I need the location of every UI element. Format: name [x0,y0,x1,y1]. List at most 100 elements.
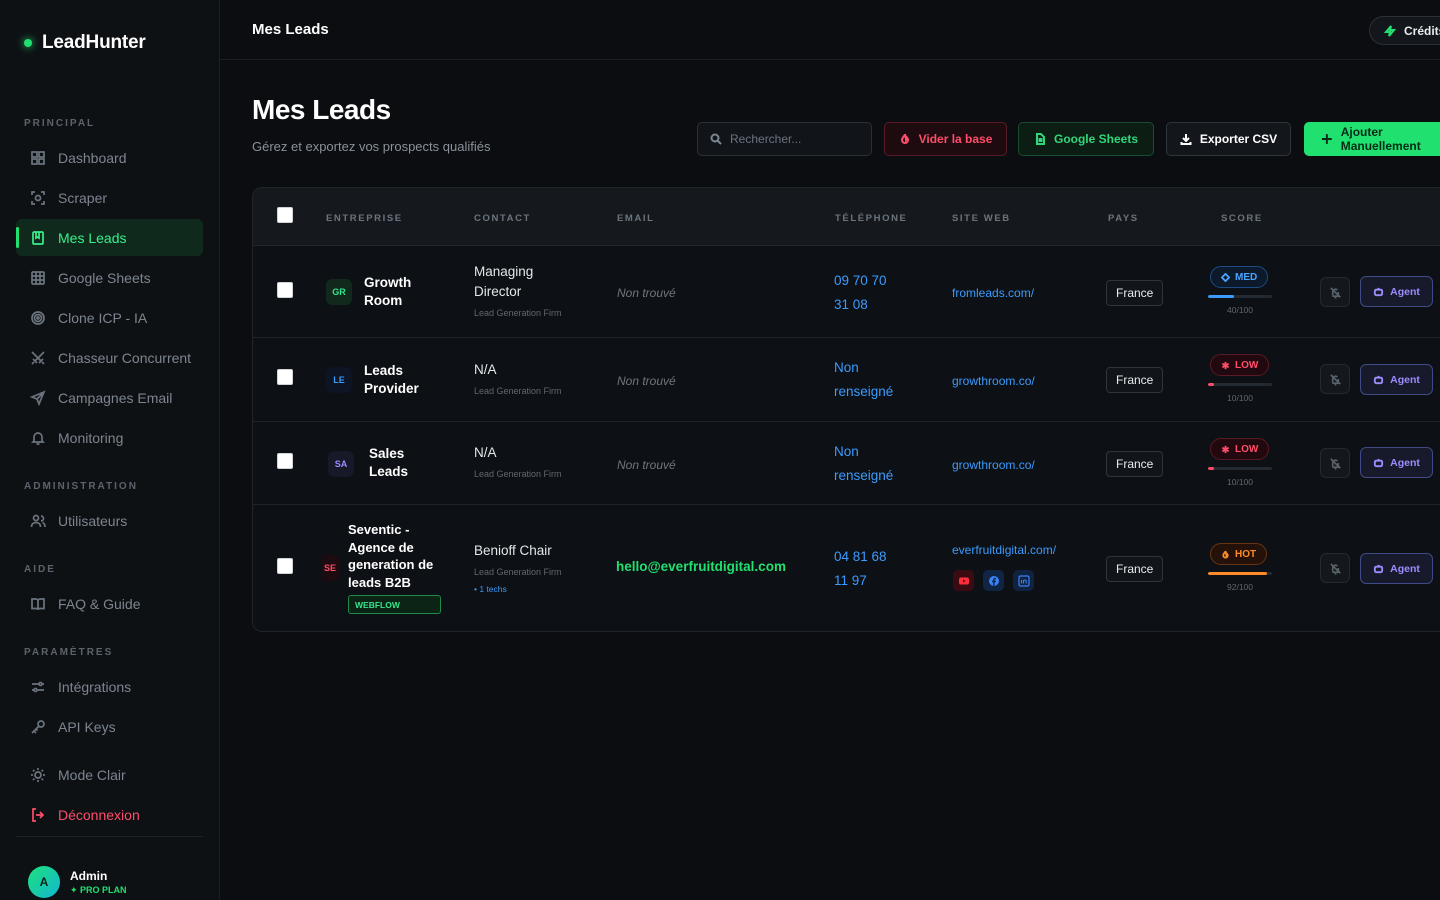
mode-clair-toggle[interactable]: Mode Clair [16,756,203,793]
agent-button[interactable]: Agent [1360,553,1433,584]
column-header-contact[interactable]: CONTACT [474,213,531,224]
score-value: 92/100 [1227,582,1253,592]
google-sheets-button[interactable]: Google Sheets [1018,122,1154,156]
email-value: Non trouvé [617,374,676,388]
score-bar-fill [1208,467,1215,470]
sidebar-item-label: Chasseur Concurrent [58,349,192,366]
sidebar-item-clone-icp[interactable]: Clone ICP - IA [16,299,203,336]
sidebar-item-label: Clone ICP - IA [58,309,148,326]
sidebar-item-label: Campagnes Email [58,389,173,406]
column-header-telephone[interactable]: TÉLÉPHONE [835,213,907,224]
table-header: ENTREPRISE CONTACT EMAIL TÉLÉPHONE SITE … [253,188,1440,246]
app-logo[interactable]: LeadHunter [24,32,146,54]
contact-role: N/A [474,362,497,377]
sidebar-item-utilisateurs[interactable]: Utilisateurs [16,502,203,539]
sidebar-item-faq-guide[interactable]: FAQ & Guide [16,585,203,622]
email-value[interactable]: hello@everfruitdigital.com [616,559,786,574]
sun-icon [31,767,45,782]
row-checkbox[interactable] [277,282,293,298]
sidebar-item-label: Scraper [58,189,108,206]
table-row[interactable]: GR Growth Room Managing Director Lead Ge… [253,246,1440,338]
notification-off-button[interactable] [1320,364,1350,394]
agent-label: Agent [1390,373,1420,386]
download-icon [1180,134,1192,145]
phone-value[interactable]: 04 81 68 11 97 [834,545,898,593]
row-checkbox[interactable] [277,453,293,469]
sidebar-item-label: Déconnexion [58,806,140,823]
leads-table: ENTREPRISE CONTACT EMAIL TÉLÉPHONE SITE … [252,187,1440,632]
column-header-pays[interactable]: PAYS [1108,213,1139,224]
table-row[interactable]: SE Seventic - Agence de generation de le… [253,505,1440,631]
scan-icon [31,190,45,205]
row-checkbox[interactable] [277,369,293,385]
column-header-email[interactable]: EMAIL [617,213,655,224]
contact-firm: Lead Generation Firm [474,567,562,577]
agent-button[interactable]: Agent [1360,276,1433,307]
contact-firm: Lead Generation Firm [474,469,562,479]
agent-button[interactable]: Agent [1360,364,1433,395]
score-bar [1208,572,1272,575]
search-box[interactable] [697,122,872,156]
sidebar-item-label: FAQ & Guide [58,595,141,612]
search-input[interactable] [730,132,860,146]
facebook-icon[interactable] [983,570,1004,591]
score-value: 10/100 [1227,393,1253,403]
notification-off-button[interactable] [1320,277,1350,307]
website-link[interactable]: growthroom.co/ [952,374,1035,388]
website-link[interactable]: fromleads.com/ [952,286,1034,300]
agent-label: Agent [1390,456,1420,469]
table-row[interactable]: SA Sales Leads N/A Lead Generation Firm … [253,422,1440,505]
sidebar-item-scraper[interactable]: Scraper [16,179,203,216]
contact-tech-count: • 1 techs [474,584,507,594]
sidebar-item-campagnes-email[interactable]: Campagnes Email [16,379,203,416]
sidebar-item-dashboard[interactable]: Dashboard [16,139,203,176]
website-link[interactable]: everfruitdigital.com/ [952,543,1056,557]
add-manually-button[interactable]: Ajouter Manuellement [1304,122,1440,156]
sidebar-item-monitoring[interactable]: Monitoring [16,419,203,456]
sidebar-item-label: Monitoring [58,429,124,446]
topbar: Mes Leads Crédits [220,0,1440,60]
logout-icon [32,807,45,822]
youtube-icon[interactable] [953,570,974,591]
clear-database-label: Vider la base [918,132,993,146]
sidebar-item-integrations[interactable]: Intégrations [16,668,203,705]
grid-icon [31,150,45,165]
column-header-score[interactable]: SCORE [1221,213,1263,224]
score-bar-fill [1208,295,1234,298]
send-icon [30,389,46,406]
export-csv-label: Exporter CSV [1199,132,1278,146]
sidebar-item-label: Utilisateurs [58,512,128,529]
column-header-entreprise[interactable]: ENTREPRISE [326,213,403,224]
table-row[interactable]: LE Leads Provider N/A Lead Generation Fi… [253,338,1440,422]
company-name: Growth Room [364,275,412,308]
row-checkbox[interactable] [277,558,293,574]
agent-button[interactable]: Agent [1360,447,1433,478]
sidebar-item-mes-leads[interactable]: Mes Leads [16,219,203,256]
bell-icon [30,431,46,445]
sidebar-item-chasseur-concurrent[interactable]: Chasseur Concurrent [16,339,203,376]
page-subtitle: Gérez et exportez vos prospects qualifié… [252,139,491,154]
column-header-site-web[interactable]: SITE WEB [952,213,1011,224]
credits-button[interactable]: Crédits [1369,16,1440,45]
website-link[interactable]: growthroom.co/ [952,458,1035,472]
sidebar-item-api-keys[interactable]: API Keys [16,708,203,745]
contact-firm: Lead Generation Firm [474,308,562,318]
section-title-aide: AIDE [24,564,56,575]
phone-value[interactable]: 09 70 70 31 08 [834,269,898,317]
robot-icon [1374,458,1384,468]
company-initials-badge: GR [326,279,352,305]
section-title-parametres: PARAMÈTRES [24,647,114,658]
sidebar-item-google-sheets[interactable]: Google Sheets [16,259,203,296]
export-csv-button[interactable]: Exporter CSV [1166,122,1291,156]
notification-off-button[interactable] [1320,553,1350,583]
clear-database-button[interactable]: Vider la base [884,122,1007,156]
linkedin-icon[interactable] [1013,570,1034,591]
logout-button[interactable]: Déconnexion [16,796,203,833]
select-all-checkbox[interactable] [277,207,293,223]
phone-value: Non renseigné [834,444,894,483]
score-bar [1208,467,1272,470]
plus-icon [1321,134,1332,144]
company-initials-badge: SA [328,451,354,477]
user-profile[interactable]: A Admin ✦ PRO PLAN [28,866,127,898]
notification-off-button[interactable] [1320,448,1350,478]
